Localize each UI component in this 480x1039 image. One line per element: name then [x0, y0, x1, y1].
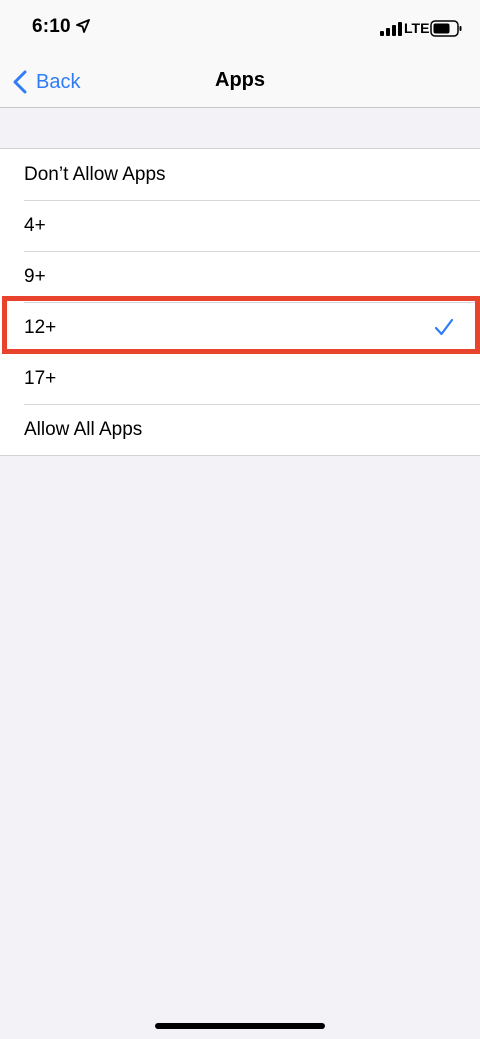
- option-9-plus[interactable]: 9+: [0, 251, 480, 302]
- option-label: 4+: [24, 215, 46, 236]
- option-dont-allow-apps[interactable]: Don’t Allow Apps: [0, 149, 480, 200]
- option-label: 9+: [24, 266, 46, 287]
- status-bar: 6:10 LTE: [0, 0, 480, 56]
- options-list: Don’t Allow Apps 4+ 9+ 12+ 17+ Allow All…: [0, 148, 480, 456]
- home-indicator: [155, 1023, 325, 1029]
- option-label: 17+: [24, 368, 57, 389]
- cellular-signal-icon: [380, 22, 402, 36]
- option-12-plus[interactable]: 12+: [0, 302, 480, 353]
- option-label: 12+: [24, 317, 57, 338]
- checkmark-icon: [434, 318, 454, 336]
- status-time: 6:10: [32, 16, 71, 37]
- option-17-plus[interactable]: 17+: [0, 353, 480, 404]
- option-label: Allow All Apps: [24, 419, 143, 440]
- page-title: Apps: [215, 69, 265, 91]
- option-label: Don’t Allow Apps: [24, 164, 166, 185]
- carrier-label: LTE: [404, 20, 430, 36]
- location-arrow-icon: [76, 19, 90, 33]
- battery-icon: [430, 20, 462, 37]
- nav-bar: Back Apps: [0, 56, 480, 108]
- option-allow-all-apps[interactable]: Allow All Apps: [0, 404, 480, 455]
- option-4-plus[interactable]: 4+: [0, 200, 480, 251]
